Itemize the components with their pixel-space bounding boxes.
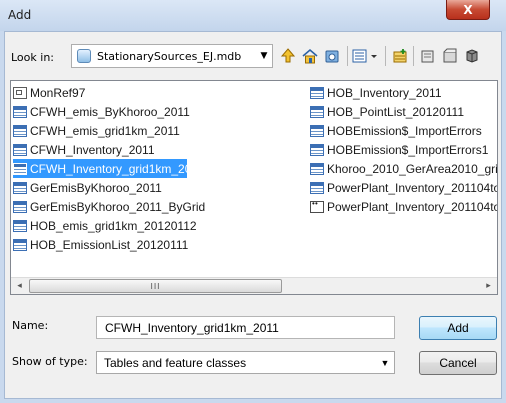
table-icon (13, 162, 27, 175)
options-icon[interactable] (439, 45, 461, 67)
database-icon (77, 49, 91, 63)
table-icon (310, 143, 324, 156)
list-item[interactable]: HOB_Inventory_2011 (310, 83, 497, 102)
list-item-label: GerEmisByKhoroo_2011 (30, 180, 162, 195)
list-item-label: PowerPlant_Inventory_201104to2 (327, 180, 497, 195)
list-item[interactable]: CFWH_emis_ByKhoroo_2011 (13, 102, 306, 121)
table-icon (13, 181, 27, 194)
relationship-icon (13, 86, 27, 99)
list-item-label: CFWH_emis_ByKhoroo_2011 (30, 104, 190, 119)
toolbar-separator (413, 46, 414, 66)
list-item[interactable]: GerEmisByKhoroo_2011_ByGrid (13, 197, 306, 216)
table-icon (310, 181, 324, 194)
table-icon (13, 105, 27, 118)
list-item-label: MonRef97 (30, 85, 86, 100)
list-column-1: MonRef97 CFWH_emis_ByKhoroo_2011 CFWH_em… (13, 83, 306, 254)
list-item[interactable]: CFWH_emis_grid1km_2011 (13, 121, 306, 140)
list-item-label: HOBEmission$_ImportErrors (327, 123, 482, 138)
list-item[interactable]: HOBEmission$_ImportErrors1 (310, 140, 497, 159)
look-in-value: StationarySources_EJ.mdb (97, 49, 242, 63)
show-of-type-dropdown[interactable]: Tables and feature classes ▼ (96, 351, 395, 374)
new-table-icon[interactable] (389, 45, 411, 67)
chevron-down-icon[interactable]: ▼ (256, 51, 272, 61)
list-item-label: CFWH_emis_grid1km_2011 (30, 123, 180, 138)
list-item[interactable]: PowerPlant_Inventory_201104to2 (310, 178, 497, 197)
toolbox-icon[interactable] (461, 45, 483, 67)
table-icon (310, 124, 324, 137)
scroll-left-icon[interactable]: ◂ (11, 278, 28, 294)
name-input[interactable]: CFWH_Inventory_grid1km_2011 (96, 316, 395, 339)
list-item-label: HOB_Inventory_2011 (327, 85, 442, 100)
catalog-icon[interactable] (417, 45, 439, 67)
close-button[interactable]: X (446, 0, 490, 20)
list-item-label: Khoroo_2010_GerArea2010_grid1 (327, 161, 497, 176)
list-item[interactable]: GerEmisByKhoroo_2011 (13, 178, 306, 197)
chevron-down-icon[interactable]: ▼ (376, 358, 394, 368)
table-icon (13, 238, 27, 251)
list-column-2: HOB_Inventory_2011 HOB_PointList_2012011… (310, 83, 497, 216)
list-item[interactable]: CFWH_Inventory_2011 (13, 140, 306, 159)
point-feature-class-icon (310, 199, 324, 213)
list-item[interactable]: PowerPlant_Inventory_201104to2 (310, 197, 497, 216)
list-item[interactable]: Khoroo_2010_GerArea2010_grid1 (310, 159, 497, 178)
view-menu-icon[interactable] (351, 45, 381, 67)
scroll-right-icon[interactable]: ▸ (480, 278, 497, 294)
title-bar: Add X (0, 0, 506, 31)
list-item-label: GerEmisByKhoroo_2011_ByGrid (30, 199, 206, 214)
cancel-button[interactable]: Cancel (419, 351, 497, 375)
list-item-label: HOBEmission$_ImportErrors1 (327, 142, 489, 157)
list-item-label: CFWH_Inventory_2011 (30, 142, 155, 157)
toolbar-separator (347, 46, 348, 66)
list-item-label: PowerPlant_Inventory_201104to2 (327, 199, 497, 214)
show-of-type-value: Tables and feature classes (104, 355, 247, 370)
list-item[interactable]: HOB_emis_grid1km_20120112 (13, 216, 306, 235)
list-item[interactable]: HOB_EmissionList_20120111 (13, 235, 306, 254)
window-title: Add (8, 8, 32, 22)
table-icon (310, 105, 324, 118)
look-in-label: Look in: (11, 51, 54, 64)
home-icon[interactable] (299, 45, 321, 67)
list-item-label: CFWH_Inventory_grid1km_2011 (30, 161, 204, 176)
toolbar-separator (385, 46, 386, 66)
list-item-label: HOB_EmissionList_20120111 (30, 237, 189, 252)
show-of-type-label: Show of type: (12, 355, 88, 368)
list-item-label: HOB_emis_grid1km_20120112 (30, 218, 197, 233)
table-icon (13, 124, 27, 137)
dialog-body: Look in: StationarySources_EJ.mdb ▼ MonR… (4, 31, 502, 399)
look-in-dropdown[interactable]: StationarySources_EJ.mdb ▼ (71, 44, 273, 68)
list-item-label: HOB_PointList_20120111 (327, 104, 464, 119)
list-item[interactable]: HOB_PointList_20120111 (310, 102, 497, 121)
table-icon (13, 143, 27, 156)
connect-folder-icon[interactable] (321, 45, 343, 67)
horizontal-scrollbar[interactable]: ◂ III ▸ (11, 277, 497, 294)
table-icon (310, 162, 324, 175)
list-item[interactable]: MonRef97 (13, 83, 306, 102)
table-icon (13, 200, 27, 213)
add-button[interactable]: Add (419, 316, 497, 340)
list-item-selected[interactable]: CFWH_Inventory_grid1km_2011 (13, 159, 204, 178)
table-icon (310, 86, 324, 99)
scrollbar-thumb[interactable]: III (29, 279, 282, 293)
up-one-level-icon[interactable] (277, 45, 299, 67)
list-item[interactable]: HOBEmission$_ImportErrors (310, 121, 497, 140)
table-icon (13, 219, 27, 232)
file-list[interactable]: MonRef97 CFWH_emis_ByKhoroo_2011 CFWH_em… (10, 80, 498, 295)
name-label: Name: (12, 319, 49, 332)
